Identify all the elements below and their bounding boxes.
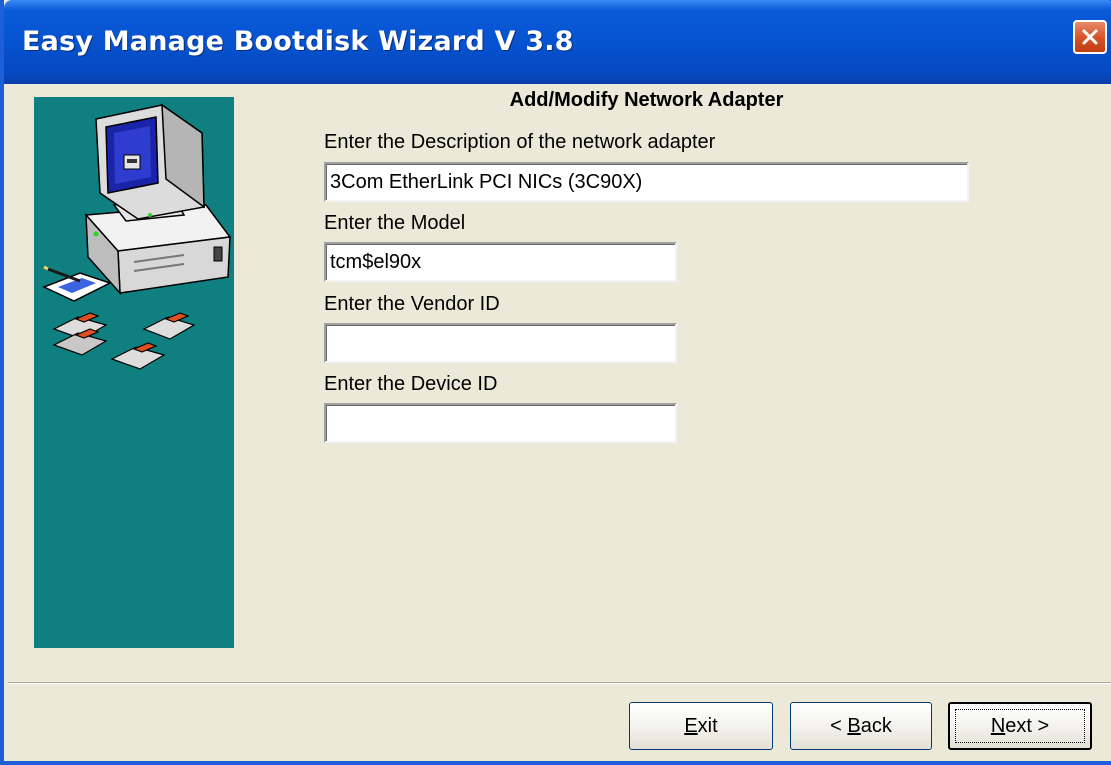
wizard-window: Easy Manage Bootdisk Wizard V 3.8 Add/Mo… <box>0 0 1111 765</box>
footer-separator <box>8 682 1111 684</box>
focus-rectangle: Next > <box>955 709 1085 743</box>
next-label-rest: ext > <box>1005 714 1050 737</box>
close-icon <box>1082 29 1098 45</box>
model-input[interactable] <box>324 242 677 282</box>
next-mnemonic: N <box>990 714 1006 737</box>
close-button[interactable] <box>1073 20 1107 54</box>
back-button[interactable]: < Back <box>790 702 932 750</box>
title-bar[interactable]: Easy Manage Bootdisk Wizard V 3.8 <box>4 0 1111 84</box>
back-label-prefix: < <box>830 714 848 737</box>
exit-mnemonic: E <box>684 714 698 737</box>
exit-button[interactable]: Exit <box>629 702 773 750</box>
model-label: Enter the Model <box>324 212 466 234</box>
exit-label-rest: xit <box>697 714 718 737</box>
page-heading: Add/Modify Network Adapter <box>509 89 784 111</box>
device-id-input[interactable] <box>324 403 677 443</box>
vendor-id-label: Enter the Vendor ID <box>324 293 500 315</box>
computer-floppy-disks-illustration <box>42 103 232 370</box>
dialog-body: Add/Modify Network Adapter Enter the Des… <box>8 84 1111 761</box>
next-button[interactable]: Next > <box>948 702 1092 750</box>
back-mnemonic: B <box>847 714 861 737</box>
description-input[interactable] <box>324 162 969 202</box>
side-illustration-panel <box>34 97 234 648</box>
vendor-id-input[interactable] <box>324 323 677 363</box>
device-id-label: Enter the Device ID <box>324 373 498 395</box>
back-label-rest: ack <box>860 714 892 737</box>
description-label: Enter the Description of the network ada… <box>324 131 716 153</box>
window-title: Easy Manage Bootdisk Wizard V 3.8 <box>22 26 574 57</box>
